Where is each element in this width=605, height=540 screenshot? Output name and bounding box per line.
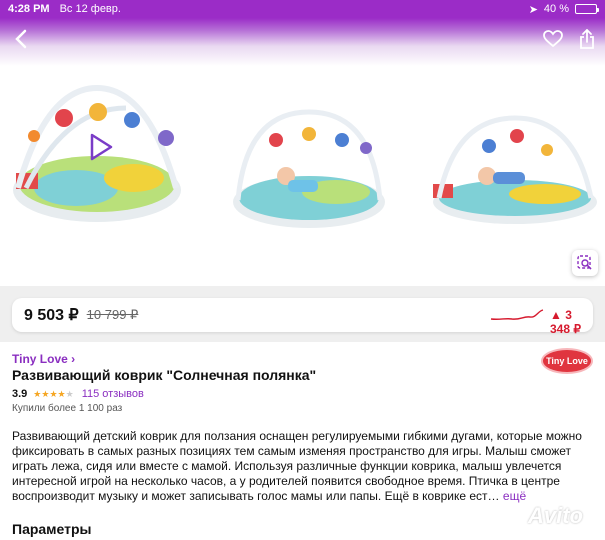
params-section-title: Параметры bbox=[12, 521, 92, 537]
star-icon: ★ bbox=[57, 388, 66, 399]
play-video-icon[interactable] bbox=[88, 132, 114, 162]
product-description: Развивающий детский коврик для ползания … bbox=[12, 429, 592, 504]
heart-icon bbox=[543, 30, 563, 48]
star-icon: ★ bbox=[49, 388, 58, 399]
brand-logo[interactable]: Tiny Love bbox=[543, 350, 591, 372]
image-search-button[interactable] bbox=[572, 250, 598, 276]
status-indicators: ➤ 40 % bbox=[528, 3, 599, 16]
product-gallery[interactable] bbox=[0, 18, 605, 286]
old-price: 10 799 ₽ bbox=[86, 307, 139, 322]
status-bar: 4:28 PM Вс 12 февр. ➤ 40 % bbox=[0, 0, 605, 18]
rating-value: 3.9 bbox=[12, 388, 28, 400]
reviews-link[interactable]: 115 отзывов bbox=[82, 388, 144, 400]
rating-stars: ★★★★★ bbox=[33, 389, 73, 400]
chevron-left-icon bbox=[15, 29, 27, 49]
battery-icon bbox=[575, 4, 599, 14]
description-text: Развивающий детский коврик для ползания … bbox=[12, 429, 582, 503]
status-time: 4:28 PM bbox=[8, 3, 50, 15]
purchase-count: Купили более 1 100 раз bbox=[12, 403, 123, 414]
favorite-button[interactable] bbox=[540, 26, 566, 52]
image-search-icon bbox=[577, 255, 592, 270]
current-price: 9 503 ₽ bbox=[24, 307, 79, 324]
battery-percent: 40 % bbox=[543, 3, 569, 15]
brand-link[interactable]: Tiny Love › bbox=[12, 352, 75, 366]
avito-logo-icon bbox=[498, 504, 524, 530]
share-icon bbox=[580, 29, 594, 49]
price-difference: ▲ 3 348 ₽ bbox=[550, 308, 581, 336]
watermark-text: Avito bbox=[528, 503, 583, 528]
rating-row: 3.9 ★★★★★ 115 отзывов bbox=[12, 388, 144, 400]
brand-logo-text: Tiny Love bbox=[546, 356, 588, 366]
star-icon: ★ bbox=[65, 388, 74, 399]
product-photo-3[interactable] bbox=[425, 114, 600, 234]
price-section: 9 503 ₽ 10 799 ₽ ▲ 3 348 ₽ bbox=[0, 286, 605, 342]
price-card[interactable]: 9 503 ₽ 10 799 ₽ ▲ 3 348 ₽ bbox=[12, 298, 593, 336]
price-trend-icon bbox=[490, 309, 544, 320]
status-date: Вс 12 февр. bbox=[59, 3, 121, 15]
product-title: Развивающий коврик "Солнечная полянка" bbox=[12, 367, 317, 383]
avito-watermark: Avito bbox=[494, 499, 598, 533]
back-button[interactable] bbox=[8, 26, 34, 52]
location-icon: ➤ bbox=[528, 3, 538, 16]
product-photo-2[interactable] bbox=[226, 104, 392, 234]
share-button[interactable] bbox=[574, 26, 600, 52]
